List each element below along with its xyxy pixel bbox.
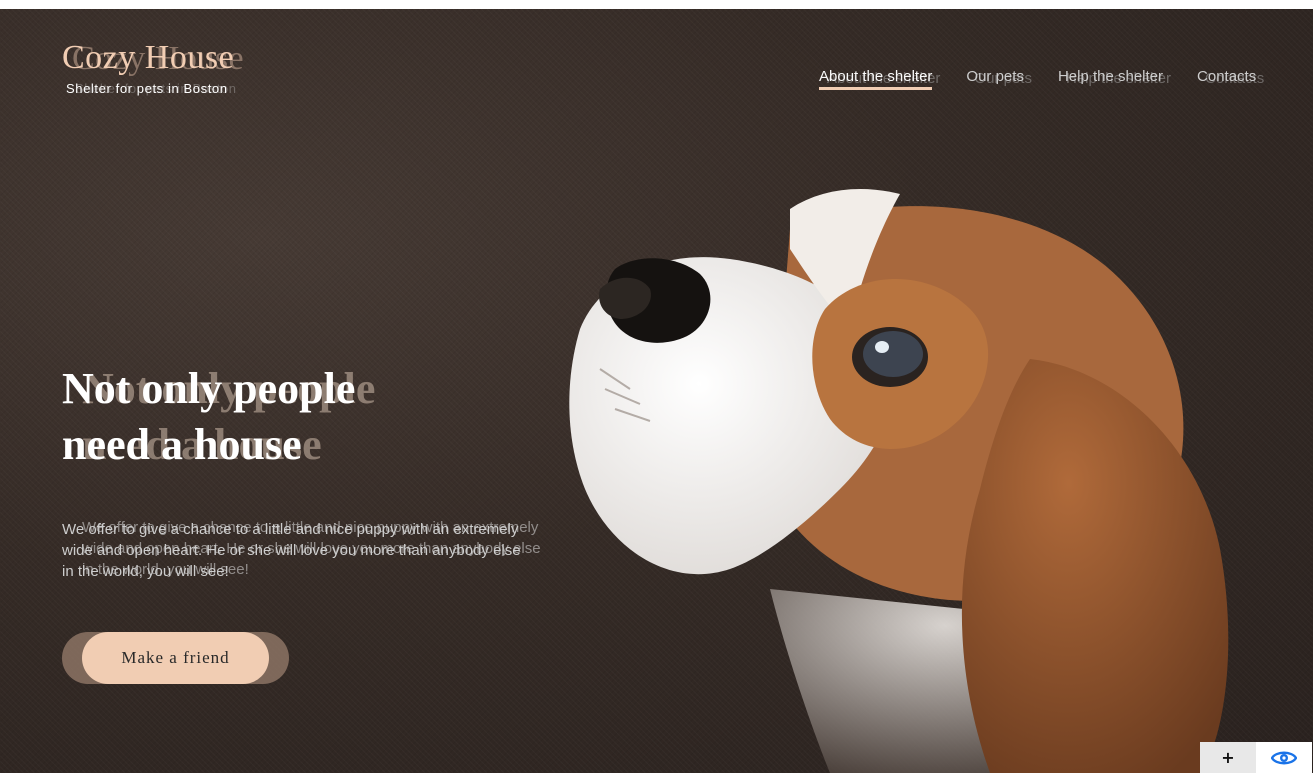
- logo-subtitle: Shelter for pets in Boston: [66, 81, 228, 96]
- hero-headline: Not only people need a house: [62, 361, 482, 473]
- hero-section: Cozy House Shelter for pets in Boston Ab…: [0, 9, 1313, 773]
- add-button[interactable]: +: [1200, 742, 1256, 773]
- nav-item-about-the-shelter[interactable]: About the shelter: [819, 68, 933, 90]
- nav-item-contacts[interactable]: Contacts: [1197, 68, 1256, 90]
- main-nav: About the shelter Our pets Help the shel…: [819, 68, 1256, 90]
- make-a-friend-label[interactable]: Make a friend: [82, 632, 269, 684]
- make-a-friend-button[interactable]: Make a friend: [62, 632, 289, 684]
- nav-item-our-pets[interactable]: Our pets: [966, 68, 1024, 90]
- headline-line-1: Not only people: [62, 364, 356, 413]
- hero-description: We offer to give a chance to a little an…: [62, 521, 521, 580]
- eye-button[interactable]: [1256, 742, 1312, 773]
- floating-toolbar: +: [1200, 742, 1313, 773]
- nav-item-help-the-shelter[interactable]: Help the shelter: [1058, 68, 1163, 90]
- logo[interactable]: Cozy House Shelter for pets in Boston: [62, 39, 234, 96]
- puppy-image: [569, 189, 1229, 773]
- logo-title[interactable]: Cozy House: [62, 39, 234, 77]
- eye-icon: [1271, 751, 1297, 764]
- headline-line-2: need a house: [62, 420, 302, 469]
